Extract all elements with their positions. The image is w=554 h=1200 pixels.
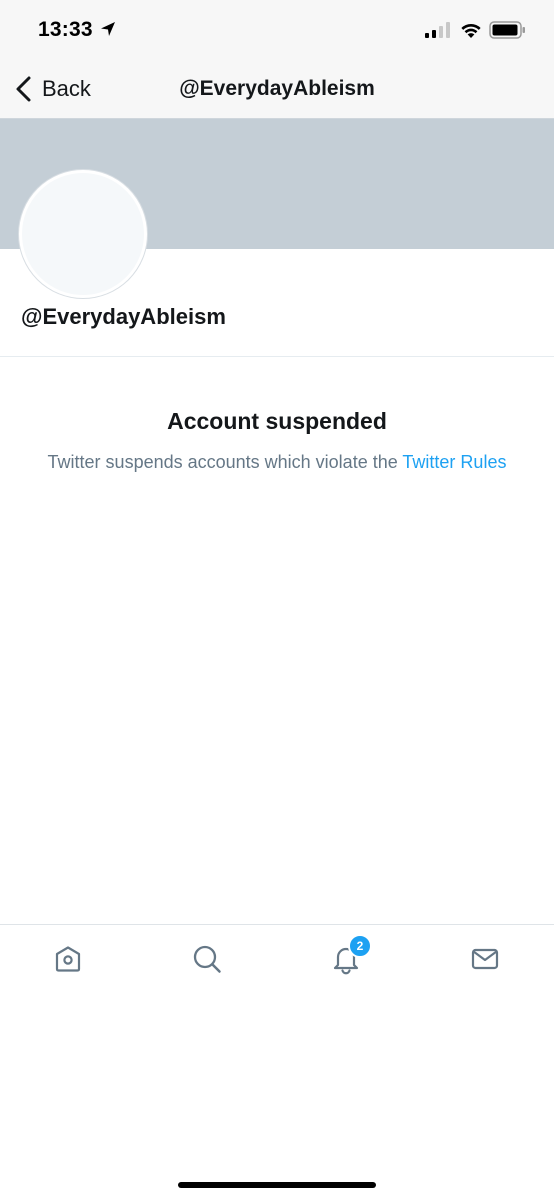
tab-notifications[interactable]: 2 — [326, 934, 372, 979]
location-arrow-icon — [101, 22, 115, 36]
search-icon — [193, 945, 221, 973]
avatar[interactable] — [19, 170, 147, 298]
tab-bar: 2 — [0, 924, 554, 995]
tab-search[interactable] — [187, 939, 227, 979]
wifi-icon — [461, 23, 481, 38]
page-title: @EverydayAbleism — [179, 77, 375, 100]
status-bar: 13:33 — [0, 0, 554, 60]
status-time: 13:33 — [38, 18, 93, 41]
notification-badge: 2 — [348, 934, 372, 958]
battery-icon — [489, 21, 525, 39]
suspended-title: Account suspended — [167, 408, 387, 434]
tab-messages[interactable] — [465, 939, 505, 979]
suspended-message: Twitter suspends accounts which violate … — [0, 452, 554, 473]
home-indicator — [178, 1182, 376, 1188]
tab-home[interactable] — [48, 939, 88, 979]
suspended-message-text: Twitter suspends accounts which violate … — [47, 452, 398, 472]
twitter-rules-link[interactable]: Twitter Rules — [402, 452, 506, 472]
cellular-signal-icon — [425, 22, 450, 38]
home-icon — [55, 946, 81, 972]
divider — [0, 356, 554, 357]
navigation-bar: Back @EverydayAbleism — [0, 60, 554, 119]
profile-handle: @EverydayAbleism — [21, 304, 226, 329]
mail-icon — [471, 948, 499, 970]
